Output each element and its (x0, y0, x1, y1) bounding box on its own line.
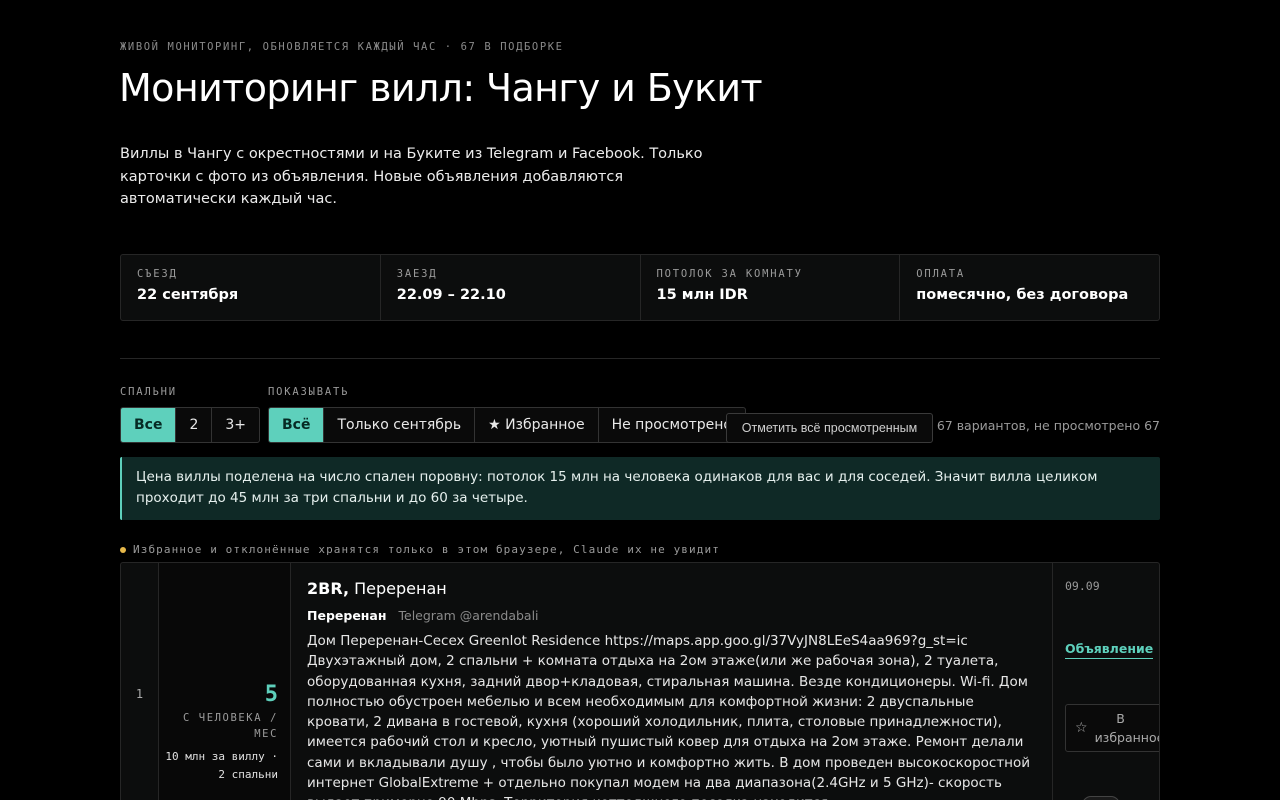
bedrooms-filter: Все 2 3+ (120, 407, 261, 443)
param-checkin: Заезд 22.09 – 22.10 (381, 255, 641, 320)
param-price-cap: Потолок за комнату 15 млн IDR (641, 255, 901, 320)
listing-text: Дом Переренан-Cecex Greenlot Residence h… (307, 633, 1031, 800)
price-note: Цена виллы поделена на число спален поро… (120, 457, 1160, 520)
param-payment: Оплата помесячно, без договора (900, 255, 1159, 320)
listing-link[interactable]: Объявление (1065, 641, 1154, 659)
listing-date: 09.09 (1065, 579, 1100, 593)
param-value: 15 млн IDR (656, 287, 748, 303)
listing-body: 2BR, Переренан Переренан Telegram @arend… (291, 563, 1052, 800)
listing-card: 1 5 с человека / мес 10 млн за виллу · 2… (120, 562, 1160, 800)
param-label: Съезд (137, 268, 178, 280)
section-divider (120, 358, 1160, 359)
price-unit: с человека / мес (182, 712, 278, 740)
show-filter-label: Показывать (268, 386, 350, 398)
status-dot-icon (120, 546, 126, 553)
show-filter: Всё Только сентябрь ★ Избранное Не просм… (268, 407, 746, 443)
search-params-panel: Съезд 22 сентября Заезд 22.09 – 22.10 По… (120, 254, 1160, 321)
price-total: 10 млн за виллу · 2 спальни (165, 750, 278, 781)
param-checkout: Съезд 22 сентября (121, 255, 381, 320)
listing-actions: 09.09 Объявление ☆ В избранное (1052, 563, 1160, 800)
bedrooms-option-all[interactable]: Все (121, 408, 177, 442)
star-outline-icon: ☆ (1075, 720, 1088, 736)
show-option-all[interactable]: Всё (269, 408, 325, 442)
results-count: 67 вариантов, не просмотрено 67 (936, 418, 1160, 433)
page-eyebrow: Живой мониторинг, обновляется каждый час… (120, 41, 564, 53)
param-value: помесячно, без договора (916, 287, 1129, 303)
mark-all-seen-button[interactable]: Отметить всё просмотренным (726, 413, 933, 443)
storage-note: Избранное и отклонённые хранятся только … (120, 543, 720, 556)
param-label: Потолок за комнату (656, 268, 803, 280)
show-option-favorites[interactable]: ★ Избранное (475, 408, 599, 442)
favorites-label: В избранное (1094, 711, 1160, 745)
show-option-september[interactable]: Только сентябрь (324, 408, 476, 442)
listing-meta: Переренан Telegram @arendabali (307, 608, 1036, 623)
listing-index: 1 (121, 563, 159, 800)
show-option-unseen[interactable]: Не просмотрено (599, 408, 745, 442)
add-to-favorites-button[interactable]: ☆ В избранное (1065, 704, 1160, 752)
page-title: Мониторинг вилл: Чангу и Букит (119, 66, 763, 110)
seen-toggle[interactable] (1082, 796, 1120, 800)
listing-source: Telegram @arendabali (398, 608, 539, 623)
listing-location: Переренан (307, 608, 387, 623)
bedrooms-option-3plus[interactable]: 3+ (212, 408, 259, 442)
listing-price-column: 5 с человека / мес 10 млн за виллу · 2 с… (159, 563, 291, 800)
param-label: Заезд (396, 268, 438, 280)
param-value: 22 сентября (137, 287, 239, 303)
listing-title: 2BR, Переренан (307, 579, 1036, 598)
param-value: 22.09 – 22.10 (396, 287, 506, 303)
bedrooms-filter-label: Спальни (120, 386, 177, 398)
listing-title-area: Переренан (354, 579, 447, 598)
listing-title-bedrooms: 2BR, (307, 579, 350, 598)
storage-note-text: Избранное и отклонённые хранятся только … (133, 543, 720, 556)
page-description: Виллы в Чангу с окрестностями и на Букит… (120, 146, 703, 207)
price-per-person: 5 (264, 682, 278, 707)
bedrooms-option-2[interactable]: 2 (176, 408, 213, 442)
param-label: Оплата (916, 268, 965, 280)
